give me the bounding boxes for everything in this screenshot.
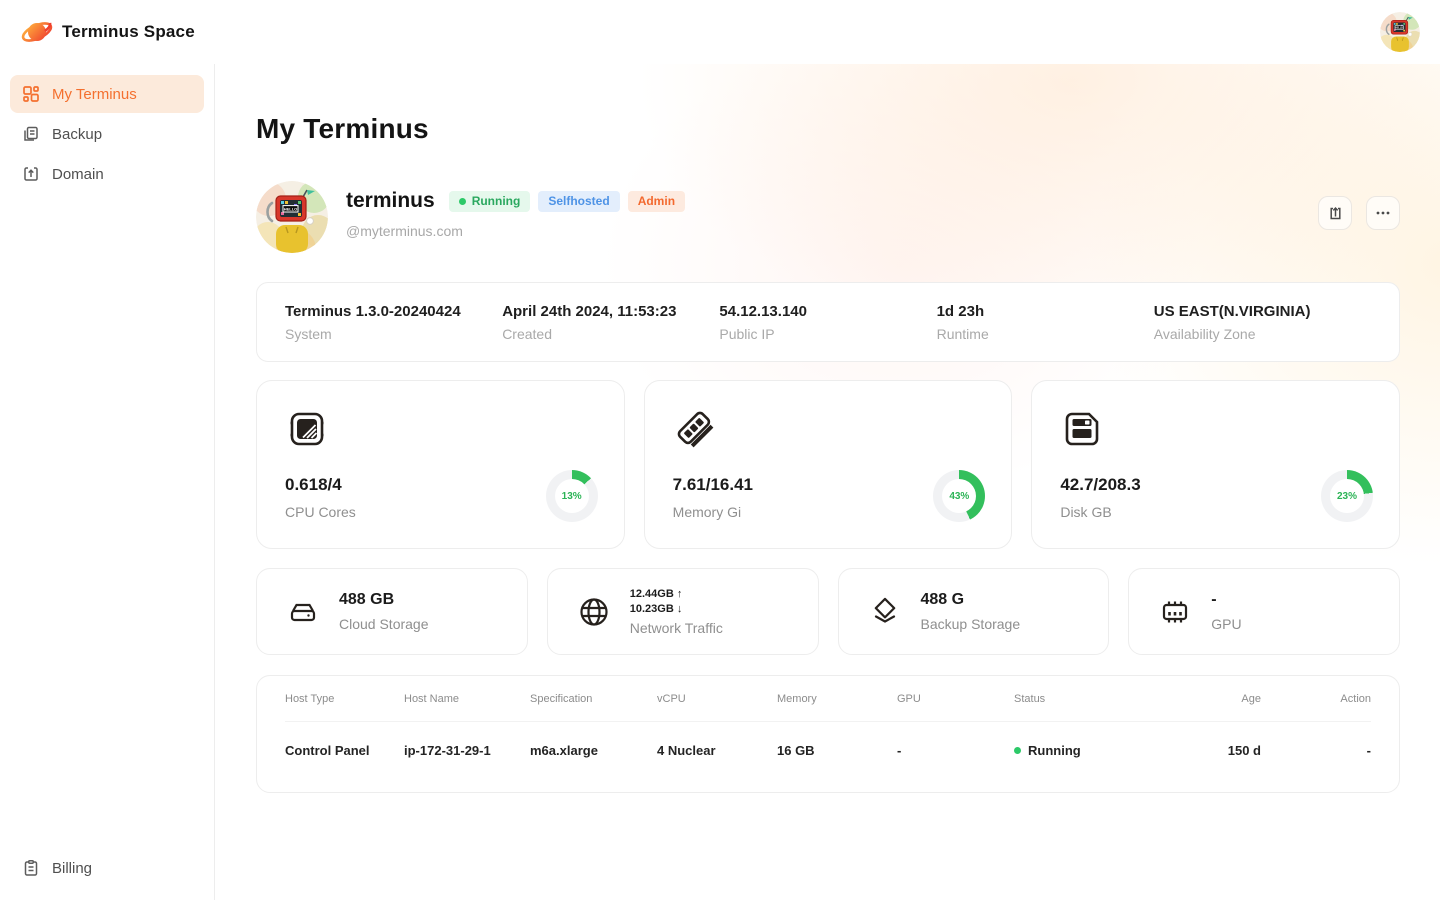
gpu-icon [1158,595,1192,629]
memory-card: 7.61/16.41 Memory Gi 43% [644,380,1013,549]
info-availability-zone: US EAST(N.VIRGINIA) Availability Zone [1154,303,1371,342]
info-system: Terminus 1.3.0-20240424 System [285,303,502,342]
page-title: My Terminus [256,113,1400,145]
sidebar-item-my-terminus[interactable]: My Terminus [10,75,204,113]
profile-section: terminus Running Selfhosted Admin @myter… [256,181,1400,253]
cpu-icon [285,407,329,451]
info-created: April 24th 2024, 11:53:23 Created [502,303,719,342]
domain-icon [22,165,40,183]
gpu-value: - [1211,591,1241,609]
running-status-dot [1014,747,1021,754]
table-row[interactable]: Control Panel ip-172-31-29-1 m6a.xlarge … [285,722,1371,778]
network-traffic-card: 12.44GB ↑ 10.23GB ↓ Network Traffic [547,568,819,655]
instance-name: terminus [346,189,435,213]
export-button[interactable] [1318,196,1352,230]
backup-icon [22,125,40,143]
cloud-storage-icon [286,595,320,629]
gpu-card: - GPU [1128,568,1400,655]
main-content: My Terminus terminus Running Selfhosted … [215,64,1440,900]
network-icon [577,595,611,629]
export-icon [1327,205,1344,222]
usage-cards-row: 0.618/4 CPU Cores 13% 7.61/16.41 Memory … [256,380,1400,549]
gpu-label: GPU [1211,616,1241,632]
sidebar-item-billing[interactable]: Billing [10,849,204,887]
resource-cards-row: 488 GB Cloud Storage 12.44GB ↑ 10.23GB ↓… [256,568,1400,655]
billing-icon [22,859,40,877]
network-up-value: 12.44GB ↑ [630,587,723,602]
cell-age: 150 d [1174,743,1261,758]
terminus-avatar [256,181,328,253]
cell-host-name: ip-172-31-29-1 [404,743,530,758]
sidebar-item-label: Backup [52,126,102,143]
info-runtime: 1d 23h Runtime [937,303,1154,342]
instance-info-bar: Terminus 1.3.0-20240424 System April 24t… [256,282,1400,362]
backup-storage-value: 488 G [921,591,1021,609]
planet-logo-icon [20,15,54,49]
memory-icon [673,407,717,451]
hosts-table-header: Host Type Host Name Specification vCPU M… [285,676,1371,722]
backup-storage-icon [868,595,902,629]
disk-usage-donut: 23% [1321,470,1373,522]
cell-memory: 16 GB [777,743,897,758]
admin-badge: Admin [628,191,685,212]
cell-status: Running [1014,743,1174,758]
sidebar-spacer [10,195,204,849]
status-badge: Running [449,191,531,212]
sidebar-item-label: My Terminus [52,86,137,103]
memory-usage-donut: 43% [933,470,985,522]
dashboard-icon [22,85,40,103]
more-options-button[interactable] [1366,196,1400,230]
brand[interactable]: Terminus Space [20,15,195,49]
cell-action: - [1261,743,1371,758]
network-label: Network Traffic [630,620,723,636]
disk-card: 42.7/208.3 Disk GB 23% [1031,380,1400,549]
brand-name: Terminus Space [62,22,195,42]
status-dot [459,198,466,205]
sidebar-item-label: Domain [52,166,104,183]
sidebar-item-domain[interactable]: Domain [10,155,204,193]
cloud-storage-value: 488 GB [339,591,429,609]
cell-gpu: - [897,743,1014,758]
backup-storage-card: 488 G Backup Storage [838,568,1110,655]
cell-host-type: Control Panel [285,743,404,758]
network-down-value: 10.23GB ↓ [630,602,723,617]
cpu-card: 0.618/4 CPU Cores 13% [256,380,625,549]
instance-handle: @myterminus.com [346,223,685,239]
backup-storage-label: Backup Storage [921,616,1021,632]
cpu-usage-donut: 13% [546,470,598,522]
cell-specification: m6a.xlarge [530,743,657,758]
user-avatar[interactable] [1380,12,1420,52]
sidebar: My Terminus Backup Domain Billing [0,64,215,900]
cloud-storage-label: Cloud Storage [339,616,429,632]
sidebar-item-label: Billing [52,860,92,877]
more-icon [1375,205,1391,221]
selfhosted-badge: Selfhosted [538,191,619,212]
cell-vcpu: 4 Nuclear [657,743,777,758]
sidebar-item-backup[interactable]: Backup [10,115,204,153]
info-public-ip: 54.12.13.140 Public IP [719,303,936,342]
disk-icon [1060,407,1104,451]
hosts-table: Host Type Host Name Specification vCPU M… [256,675,1400,793]
cloud-storage-card: 488 GB Cloud Storage [256,568,528,655]
app-header: Terminus Space [0,0,1440,64]
